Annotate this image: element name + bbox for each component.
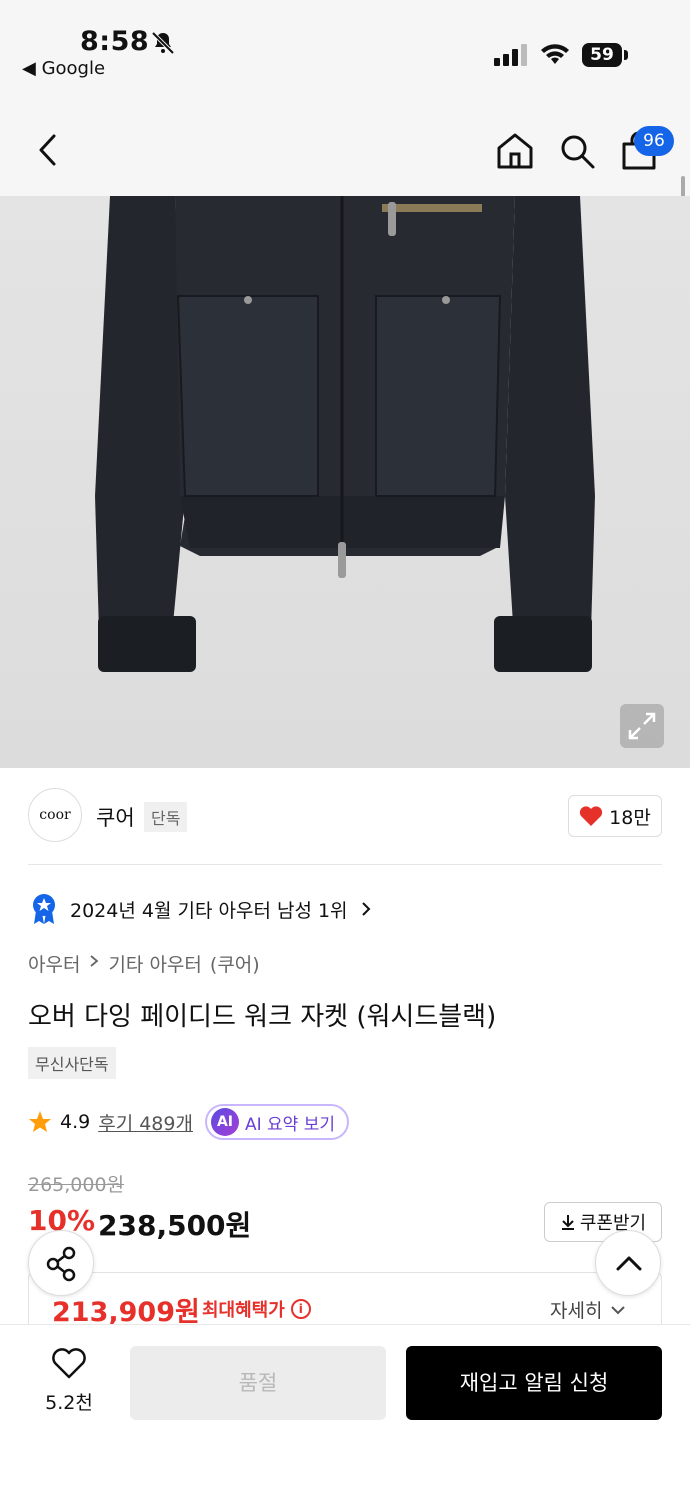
home-icon[interactable] <box>494 130 536 172</box>
max-benefit-label-group[interactable]: 최대혜택가 i <box>202 1296 311 1322</box>
ai-icon: AI <box>210 1108 239 1136</box>
bell-muted-icon <box>151 31 175 55</box>
share-icon <box>46 1246 76 1282</box>
battery-level: 59 <box>582 43 622 67</box>
cellular-signal-icon <box>494 44 527 66</box>
brand-logo[interactable]: coor <box>28 788 82 842</box>
rank-medal-icon <box>33 894 55 924</box>
breadcrumb: 아우터 기타 아우터 (쿠어) <box>28 950 260 977</box>
status-time: 8:58 <box>80 26 150 57</box>
detail-label: 자세히 <box>550 1300 603 1322</box>
back-arrow-icon[interactable] <box>30 130 66 170</box>
search-icon[interactable] <box>556 130 598 172</box>
wishlist-count: 5.2천 <box>45 1392 93 1414</box>
breadcrumb-subcategory[interactable]: 기타 아우터 <box>108 950 201 977</box>
cart-count-badge: 96 <box>634 126 674 156</box>
restock-alert-button[interactable]: 재입고 알림 신청 <box>406 1346 662 1420</box>
expand-image-icon[interactable] <box>620 704 664 748</box>
ai-summary-button[interactable]: AI AI 요약 보기 <box>204 1104 349 1140</box>
sale-price: 238,500원 <box>98 1209 252 1242</box>
heart-filled-icon <box>580 806 603 826</box>
share-button[interactable] <box>28 1230 94 1296</box>
ranking-link[interactable]: 2024년 4월 기타 아우터 남성 1위 <box>30 893 372 925</box>
musinsa-exclusive-tag: 무신사단독 <box>28 1047 116 1079</box>
chevron-right-icon <box>90 955 99 967</box>
info-icon[interactable]: i <box>290 1299 311 1319</box>
rating-row: 4.9 후기 489개 AI AI 요약 보기 <box>28 1104 349 1140</box>
divider <box>28 864 662 865</box>
wifi-icon <box>541 44 569 64</box>
product-title: 오버 다잉 페이디드 워크 자켓 (워시드블랙) <box>28 1002 497 1032</box>
ranking-text: 2024년 4월 기타 아우터 남성 1위 <box>70 899 348 922</box>
brand-like-button[interactable]: 18만 <box>568 795 662 837</box>
product-image[interactable] <box>0 196 690 768</box>
breadcrumb-brand[interactable]: (쿠어) <box>210 950 260 977</box>
brand-name[interactable]: 쿠어 <box>96 802 135 832</box>
original-price: 265,000원 <box>28 1174 125 1196</box>
star-icon <box>29 1111 51 1132</box>
review-count-link[interactable]: 후기 489개 <box>98 1109 193 1136</box>
wishlist-button[interactable]: 5.2천 <box>34 1348 104 1415</box>
exclusive-tag: 단독 <box>144 802 188 832</box>
breadcrumb-category[interactable]: 아우터 <box>28 950 80 977</box>
soldout-button: 품절 <box>130 1346 386 1420</box>
max-benefit-label: 최대혜택가 <box>202 1300 285 1321</box>
jacket-illustration <box>95 196 595 672</box>
chevron-right-icon <box>361 902 370 916</box>
heart-outline-icon <box>52 1348 86 1379</box>
scroll-top-button[interactable] <box>595 1230 661 1296</box>
ai-summary-label: AI 요약 보기 <box>244 1114 335 1135</box>
brand-like-count: 18만 <box>609 806 651 829</box>
rating-value: 4.9 <box>60 1111 91 1133</box>
benefit-detail-link[interactable]: 자세히 <box>550 1296 626 1323</box>
download-icon <box>561 1215 574 1230</box>
chevron-up-icon <box>616 1256 642 1271</box>
chevron-down-icon <box>611 1305 626 1314</box>
battery-tip <box>624 50 628 60</box>
back-to-app-link[interactable]: ◀ Google <box>22 58 105 79</box>
